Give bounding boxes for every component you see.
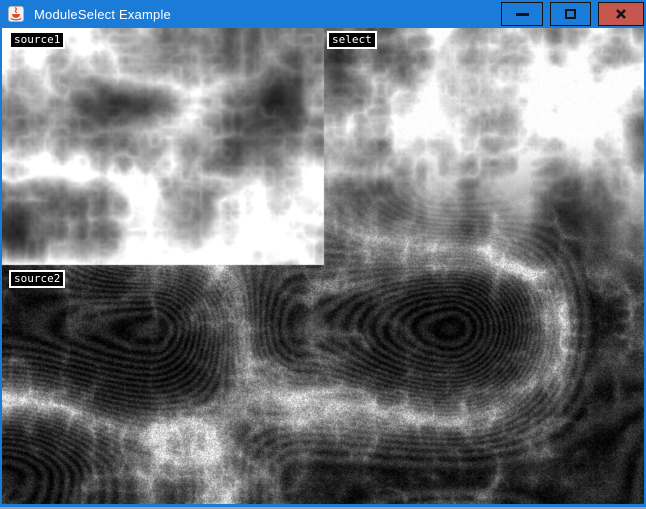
window-title: ModuleSelect Example — [34, 7, 171, 22]
label-select: select — [327, 31, 377, 49]
titlebar[interactable]: ModuleSelect Example — [0, 0, 646, 28]
java-coffee-icon — [8, 6, 24, 22]
noise-composite-canvas — [2, 28, 644, 504]
window-controls — [501, 2, 644, 26]
maximize-icon — [565, 9, 576, 19]
maximize-button[interactable] — [550, 2, 591, 26]
app-window: ModuleSelect Example source1 select sour… — [0, 0, 646, 509]
label-source2: source2 — [9, 270, 65, 288]
close-button[interactable] — [598, 2, 644, 26]
noise-viewport: source1 select source2 — [2, 28, 644, 504]
close-icon — [615, 8, 627, 20]
minimize-button[interactable] — [501, 2, 543, 26]
minimize-icon — [516, 13, 529, 16]
label-source1: source1 — [9, 31, 65, 49]
